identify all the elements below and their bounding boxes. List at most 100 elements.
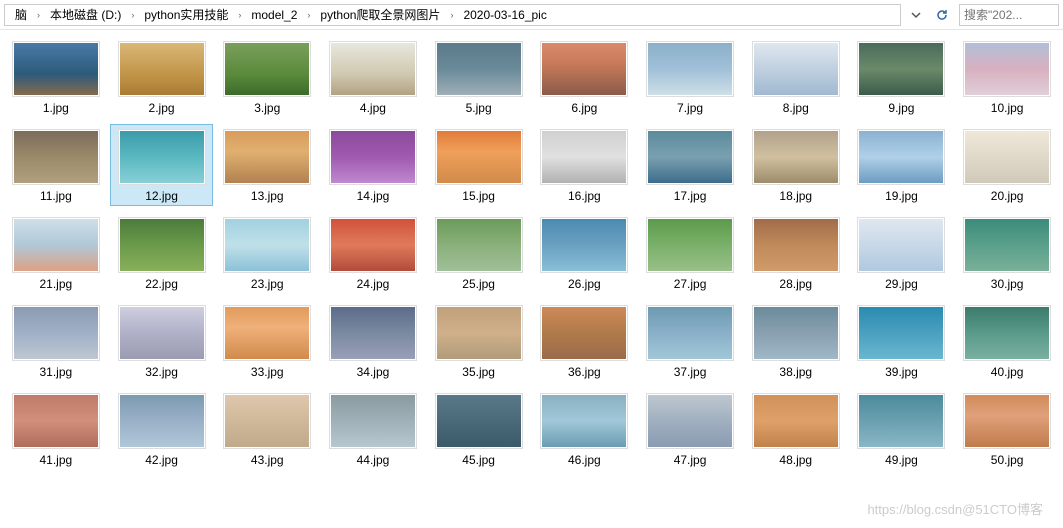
breadcrumb[interactable]: 脑›本地磁盘 (D:)›python实用技能›model_2›python爬取全… <box>4 4 901 26</box>
file-item[interactable]: 27.jpg <box>638 212 742 294</box>
file-item[interactable]: 30.jpg <box>955 212 1059 294</box>
file-name: 31.jpg <box>39 365 72 379</box>
file-thumbnail <box>118 41 206 97</box>
file-item[interactable]: 48.jpg <box>744 388 848 470</box>
file-item[interactable]: 8.jpg <box>744 36 848 118</box>
breadcrumb-item[interactable]: python爬取全景网图片 <box>316 6 444 23</box>
file-item[interactable]: 17.jpg <box>638 124 742 206</box>
history-dropdown-button[interactable] <box>905 4 927 26</box>
refresh-button[interactable] <box>931 4 953 26</box>
file-item[interactable]: 15.jpg <box>427 124 531 206</box>
file-item[interactable]: 32.jpg <box>110 300 214 382</box>
file-grid: 1.jpg 2.jpg3.jpg4.jpg 5.jpg 6.jpg 7.jpg8.jpg… <box>4 36 1059 470</box>
file-item[interactable]: 5.jpg <box>427 36 531 118</box>
file-thumbnail <box>12 393 100 449</box>
breadcrumb-item[interactable]: python实用技能 <box>140 6 232 23</box>
file-name: 38.jpg <box>779 365 812 379</box>
file-name: 26.jpg <box>568 277 601 291</box>
file-item[interactable]: 42.jpg <box>110 388 214 470</box>
file-thumbnail <box>540 41 628 97</box>
file-item[interactable]: 44.jpg <box>321 388 425 470</box>
file-item[interactable]: 45.jpg <box>427 388 531 470</box>
file-name: 27.jpg <box>674 277 707 291</box>
file-name: 5.jpg <box>466 101 492 115</box>
file-thumbnail <box>752 217 840 273</box>
file-item[interactable]: 47.jpg <box>638 388 742 470</box>
file-thumbnail <box>646 305 734 361</box>
file-item[interactable]: 39.jpg <box>850 300 954 382</box>
file-item[interactable]: 10.jpg <box>955 36 1059 118</box>
file-thumbnail <box>963 393 1051 449</box>
file-item[interactable]: 35.jpg <box>427 300 531 382</box>
file-item[interactable]: 7.jpg <box>638 36 742 118</box>
breadcrumb-item[interactable]: 本地磁盘 (D:) <box>46 6 125 23</box>
breadcrumb-item[interactable]: 脑 <box>11 6 31 23</box>
file-name: 13.jpg <box>251 189 284 203</box>
file-item[interactable]: 2.jpg <box>110 36 214 118</box>
file-item[interactable]: 49.jpg <box>850 388 954 470</box>
file-item[interactable]: 40.jpg <box>955 300 1059 382</box>
file-thumbnail <box>223 41 311 97</box>
file-item[interactable]: 6.jpg <box>532 36 636 118</box>
file-item[interactable]: 26.jpg <box>532 212 636 294</box>
file-item[interactable]: 41.jpg <box>4 388 108 470</box>
address-toolbar: 脑›本地磁盘 (D:)›python实用技能›model_2›python爬取全… <box>0 0 1063 30</box>
file-item[interactable]: 38.jpg <box>744 300 848 382</box>
file-item[interactable]: 11.jpg <box>4 124 108 206</box>
file-item[interactable]: 36.jpg <box>532 300 636 382</box>
file-item[interactable]: 34.jpg <box>321 300 425 382</box>
search-box[interactable] <box>959 4 1059 26</box>
file-thumbnail <box>752 129 840 185</box>
file-thumbnail <box>329 393 417 449</box>
file-thumbnail <box>857 217 945 273</box>
file-item[interactable]: 20.jpg <box>955 124 1059 206</box>
file-thumbnail <box>12 41 100 97</box>
file-item[interactable]: 24.jpg <box>321 212 425 294</box>
file-item[interactable]: 9.jpg <box>850 36 954 118</box>
file-item[interactable]: 1.jpg <box>4 36 108 118</box>
file-item[interactable]: 12.jpg <box>110 124 214 206</box>
file-name: 9.jpg <box>888 101 914 115</box>
file-item[interactable]: 29.jpg <box>850 212 954 294</box>
file-thumbnail <box>752 305 840 361</box>
file-thumbnail <box>12 129 100 185</box>
file-thumbnail <box>857 305 945 361</box>
file-thumbnail <box>646 393 734 449</box>
file-item[interactable]: 22.jpg <box>110 212 214 294</box>
file-item[interactable]: 23.jpg <box>215 212 319 294</box>
file-item[interactable]: 19.jpg <box>850 124 954 206</box>
file-name: 6.jpg <box>571 101 597 115</box>
file-item[interactable]: 50.jpg <box>955 388 1059 470</box>
file-item[interactable]: 37.jpg <box>638 300 742 382</box>
file-name: 17.jpg <box>674 189 707 203</box>
breadcrumb-item[interactable]: 2020-03-16_pic <box>459 8 550 22</box>
file-item[interactable]: 33.jpg <box>215 300 319 382</box>
file-item[interactable]: 46.jpg <box>532 388 636 470</box>
file-item[interactable]: 28.jpg <box>744 212 848 294</box>
file-name: 25.jpg <box>462 277 495 291</box>
file-thumbnail <box>118 393 206 449</box>
file-name: 19.jpg <box>885 189 918 203</box>
file-thumbnail <box>329 217 417 273</box>
file-item[interactable]: 3.jpg <box>215 36 319 118</box>
file-item[interactable]: 18.jpg <box>744 124 848 206</box>
file-item[interactable]: 4.jpg <box>321 36 425 118</box>
file-pane: 1.jpg 2.jpg3.jpg4.jpg 5.jpg 6.jpg 7.jpg8.jpg… <box>0 30 1063 528</box>
file-item[interactable]: 13.jpg <box>215 124 319 206</box>
file-item[interactable]: 31.jpg <box>4 300 108 382</box>
file-thumbnail <box>118 129 206 185</box>
file-item[interactable]: 25.jpg <box>427 212 531 294</box>
file-name: 1.jpg <box>43 101 69 115</box>
file-item[interactable]: 16.jpg <box>532 124 636 206</box>
breadcrumb-item[interactable]: model_2 <box>247 8 301 22</box>
file-name: 41.jpg <box>39 453 72 467</box>
file-item[interactable]: 14.jpg <box>321 124 425 206</box>
search-input[interactable] <box>964 8 1054 22</box>
file-name: 20.jpg <box>991 189 1024 203</box>
file-item[interactable]: 21.jpg <box>4 212 108 294</box>
file-thumbnail <box>963 217 1051 273</box>
file-item[interactable]: 43.jpg <box>215 388 319 470</box>
file-thumbnail <box>540 305 628 361</box>
file-name: 33.jpg <box>251 365 284 379</box>
file-thumbnail <box>435 305 523 361</box>
